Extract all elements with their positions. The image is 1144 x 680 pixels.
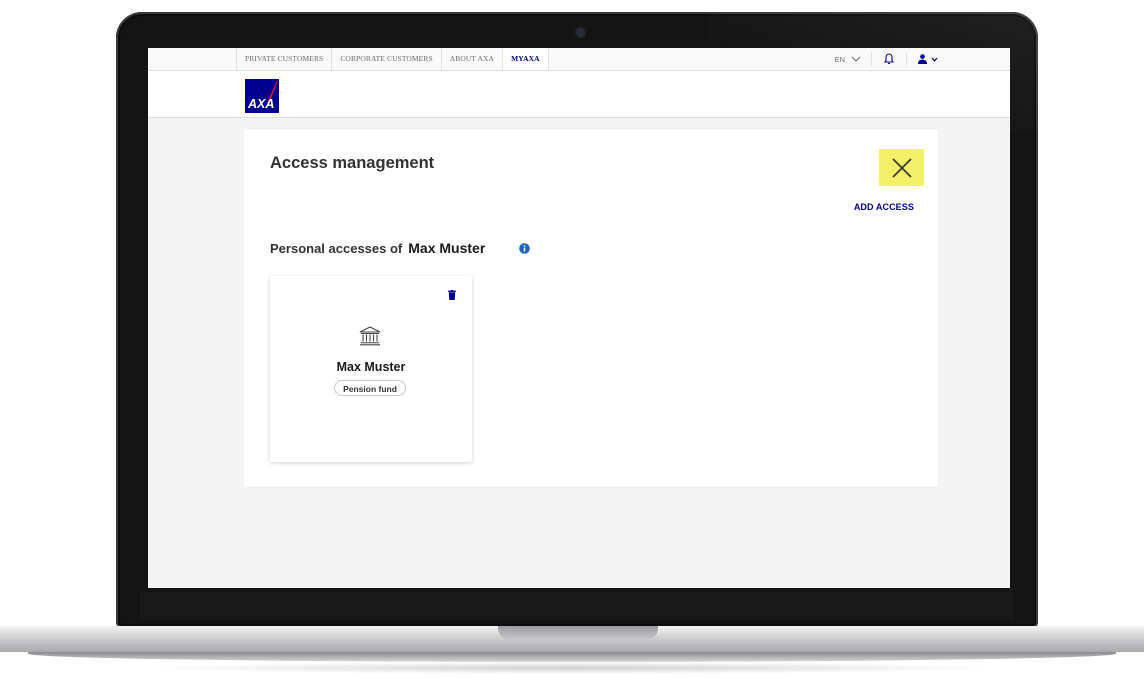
language-label: EN bbox=[834, 54, 845, 64]
access-type-badge: Pension fund bbox=[334, 380, 406, 396]
nav-right: EN bbox=[835, 48, 938, 70]
close-icon bbox=[891, 157, 912, 178]
tab-private-customers[interactable]: PRIVATE CUSTOMERS bbox=[236, 48, 331, 70]
site-header: AXA bbox=[148, 71, 1010, 118]
close-button[interactable] bbox=[879, 149, 924, 186]
axa-logo[interactable]: AXA bbox=[245, 79, 279, 113]
access-holder-name: Max Muster bbox=[336, 360, 406, 374]
tab-about-axa[interactable]: ABOUT AXA bbox=[440, 48, 502, 70]
section-title-label: Personal accesses of bbox=[270, 241, 403, 256]
bell-icon bbox=[884, 53, 894, 65]
tab-corporate-customers[interactable]: CORPORATE CUSTOMERS bbox=[331, 48, 440, 70]
top-navigation: PRIVATE CUSTOMERS CORPORATE CUSTOMERS AB… bbox=[148, 48, 1010, 71]
chevron-down-icon bbox=[931, 57, 938, 62]
page-title: Access management bbox=[270, 154, 435, 172]
notifications-button[interactable] bbox=[872, 52, 907, 66]
camera-icon bbox=[576, 28, 585, 37]
chevron-down-icon bbox=[851, 56, 861, 62]
access-management-panel: Access management ADD ACCESS Personal ac… bbox=[244, 130, 938, 486]
add-access-button[interactable]: ADD ACCESS bbox=[854, 202, 914, 212]
logo-text: AXA bbox=[247, 97, 274, 111]
bank-icon bbox=[359, 326, 381, 346]
trash-icon[interactable] bbox=[448, 290, 456, 300]
laptop-notch bbox=[498, 626, 658, 640]
language-selector[interactable]: EN bbox=[835, 52, 872, 66]
info-icon[interactable] bbox=[519, 243, 530, 254]
user-menu[interactable] bbox=[907, 54, 938, 64]
browser-screen: PRIVATE CUSTOMERS CORPORATE CUSTOMERS AB… bbox=[148, 48, 1010, 588]
nav-tabs: PRIVATE CUSTOMERS CORPORATE CUSTOMERS AB… bbox=[236, 48, 549, 70]
laptop-shadow bbox=[140, 662, 1004, 674]
access-card[interactable]: Max Muster Pension fund bbox=[270, 276, 472, 462]
laptop-chin bbox=[140, 592, 1014, 620]
section-title-name: Max Muster bbox=[408, 240, 486, 256]
section-title: Personal accesses of Max Muster bbox=[270, 240, 485, 256]
laptop-base-edge bbox=[28, 652, 1116, 662]
user-icon bbox=[918, 54, 927, 64]
tab-myaxa[interactable]: MYAXA bbox=[502, 48, 549, 70]
